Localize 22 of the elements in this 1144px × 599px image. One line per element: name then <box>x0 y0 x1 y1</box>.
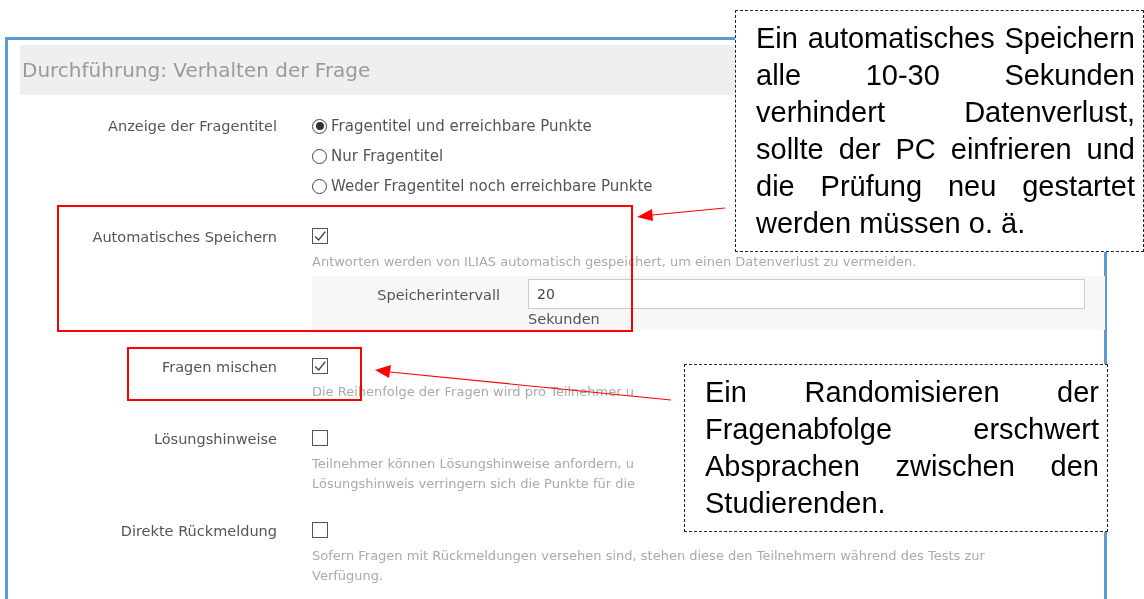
setting-description: Sofern Fragen mit Rückmeldungen versehen sind, stehen diese den Teilnehmern während des Tests zur <box>312 547 985 565</box>
checkbox[interactable] <box>312 358 328 374</box>
radio-label: Fragentitel und erreichbare Punkte <box>331 117 592 135</box>
setting-label: Fragen mischen <box>161 358 277 376</box>
setting-label: Lösungshinweise <box>153 430 277 448</box>
setting-label: Direkte Rückmeldung <box>120 522 277 540</box>
setting-description: Teilnehmer können Lösungshinweise anfordern, u <box>312 455 634 473</box>
callout-note: Ein automatisches Speichern alle 10-30 Sekunden verhindert Datenverlust, sollte der PC einfrieren und die Prüfung neu gestartet werden müssen o. ä. <box>735 10 1144 252</box>
setting-label: Anzeige der Fragentitel <box>108 117 277 135</box>
setting-label: Automatisches Speichern <box>92 228 277 246</box>
checkbox[interactable] <box>312 430 328 446</box>
section-title: Durchführung: Verhalten der Frage <box>21 58 371 82</box>
callout-note: Ein Randomisieren der Fragenabfolge erschwert Absprachen zwischen den Studierenden. <box>684 364 1108 532</box>
subfield-label: Speicherintervall <box>376 286 500 305</box>
setting-description: Lösungshinweis verringern sich die Punkte für die <box>312 475 636 493</box>
radio-label: Nur Fragentitel <box>331 147 444 165</box>
interval-input[interactable]: 20 <box>528 279 1085 309</box>
radio-label: Weder Fragentitel noch erreichbare Punkte <box>331 177 653 195</box>
setting-description: Verfügung. <box>312 567 384 585</box>
checkbox[interactable] <box>312 228 328 244</box>
unit-label: Sekunden <box>528 311 601 327</box>
checkbox[interactable] <box>312 522 328 538</box>
